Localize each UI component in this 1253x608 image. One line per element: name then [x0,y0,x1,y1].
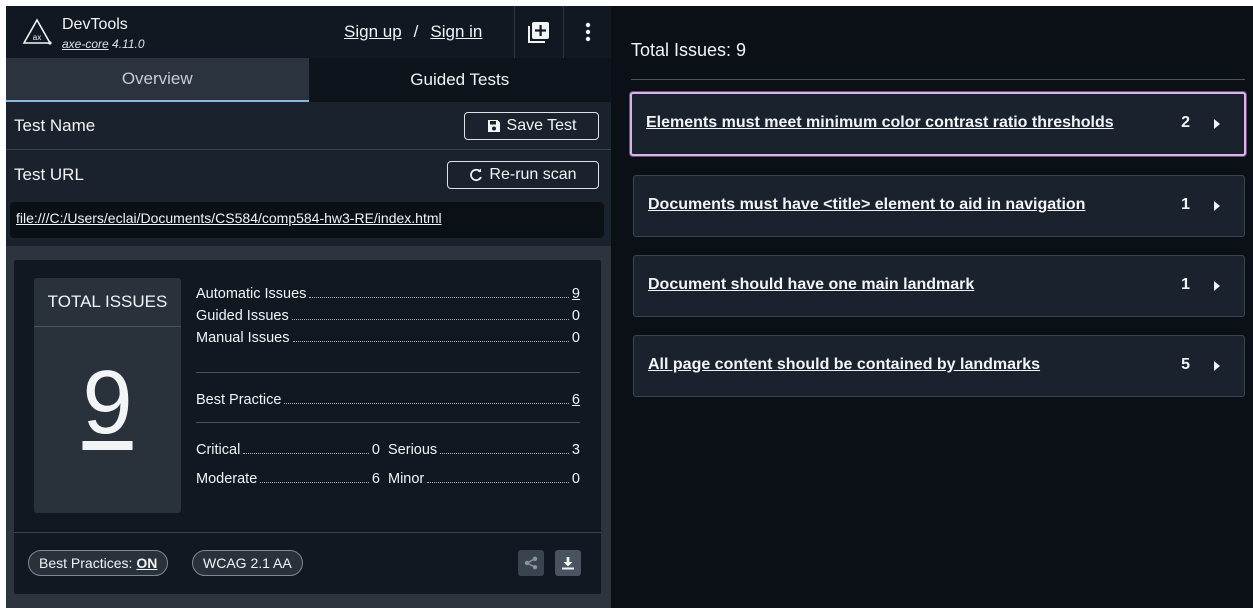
total-issues-count[interactable]: 9 [34,358,181,448]
export-button[interactable] [555,550,581,576]
tab-overview[interactable]: Overview [6,58,309,102]
chevron-right-icon [1214,361,1220,371]
issue-item[interactable]: All page content should be contained by … [633,335,1245,397]
summary-section: TOTAL ISSUES 9 Automatic Issues 9 Guided… [6,246,611,608]
best-practice-count[interactable]: 6 [572,392,580,408]
results-panel: Total Issues: 9 Elements must meet minim… [611,6,1253,608]
sign-up-link[interactable]: Sign up [344,22,402,41]
best-practices-state: ON [136,555,158,571]
results-title: Total Issues: 9 [631,40,747,60]
test-url-link[interactable]: file:///C:/Users/eclai/Documents/CS584/c… [16,210,442,226]
serious-label: Serious [388,442,438,458]
app-name: DevTools [62,16,128,33]
automatic-issues-label: Automatic Issues [196,286,307,302]
axe-logo-icon: ax [22,18,52,45]
rerun-scan-label: Re-run scan [489,166,577,183]
manual-issues-count: 0 [571,330,580,346]
moderate-count[interactable]: 6 [372,471,380,487]
best-practices-toggle[interactable]: Best Practices: ON [28,550,169,576]
guided-issues-label: Guided Issues [196,308,289,324]
issue-item[interactable]: Elements must meet minimum color contras… [630,92,1246,156]
minor-count: 0 [571,471,580,487]
engine-version-number: 4.11.0 [112,37,145,51]
automatic-issues-count[interactable]: 9 [572,286,580,302]
tab-guided-tests[interactable]: Guided Tests [308,58,611,102]
summary-card: TOTAL ISSUES 9 Automatic Issues 9 Guided… [14,260,601,594]
minor-row: Minor 0 [388,467,580,487]
save-test-label: Save Test [506,117,577,134]
engine-version: axe-core 4.11.0 [62,37,145,51]
more-vertical-icon [585,22,590,42]
add-box-icon [527,22,549,43]
issue-count: 1 [1181,276,1190,293]
critical-row: Critical 0 [196,438,380,458]
issue-title: Document should have one main landmark [648,276,975,293]
auth-separator: / [413,22,419,41]
rerun-scan-button[interactable]: Re-run scan [447,161,599,189]
guided-issues-row: Guided Issues 0 [196,304,580,324]
auth-links: Sign up / Sign in [344,22,482,42]
issue-title: Elements must meet minimum color contras… [646,114,1114,131]
best-practice-row: Best Practice 6 [196,388,580,408]
tab-bar: Overview Guided Tests [6,58,611,102]
moderate-row: Moderate 6 [196,467,380,487]
wcag-standard-label: WCAG 2.1 AA [203,555,292,571]
total-issues-card: TOTAL ISSUES 9 [34,278,181,513]
share-button[interactable] [518,550,544,576]
critical-label: Critical [196,442,241,458]
critical-count: 0 [371,442,380,458]
new-test-button[interactable] [514,6,562,58]
sign-in-link[interactable]: Sign in [430,22,482,41]
total-issues-label: TOTAL ISSUES [47,292,168,311]
test-url-box: file:///C:/Users/eclai/Documents/CS584/c… [10,202,604,238]
share-icon [524,556,538,570]
header: ax DevTools axe-core 4.11.0 Sign up / Sign… [6,6,611,58]
test-url-row: Test URL Re-run scan [6,151,611,199]
manual-issues-row: Manual Issues 0 [196,326,580,346]
issue-item[interactable]: Document should have one main landmark 1 [633,255,1245,317]
issue-count: 2 [1181,114,1190,131]
chevron-right-icon [1214,119,1220,129]
refresh-icon [470,168,483,182]
wcag-standard-pill[interactable]: WCAG 2.1 AA [192,550,303,576]
issue-title: All page content should be contained by … [648,356,1041,373]
logo-text: ax [33,33,41,42]
engine-link[interactable]: axe-core [62,37,109,51]
issue-count: 1 [1181,196,1190,213]
serious-count[interactable]: 3 [572,442,580,458]
test-name-label: Test Name [14,116,96,135]
automatic-issues-row: Automatic Issues 9 [196,282,580,302]
download-icon [562,557,574,570]
test-url-label: Test URL [14,165,84,184]
guided-issues-count: 0 [571,308,580,324]
minor-label: Minor [388,471,425,487]
best-practice-label: Best Practice [196,392,282,408]
serious-row: Serious 3 [388,438,580,458]
manual-issues-label: Manual Issues [196,330,290,346]
test-name-row: Test Name Save Test [6,102,611,150]
save-test-button[interactable]: Save Test [464,112,599,140]
save-icon [487,120,500,132]
issue-count: 5 [1181,356,1190,373]
best-practices-label: Best Practices: [39,555,133,571]
moderate-label: Moderate [196,471,258,487]
chevron-right-icon [1214,201,1220,211]
left-panel: ax DevTools axe-core 4.11.0 Sign up / Sign… [6,6,611,608]
issue-item[interactable]: Documents must have <title> element to a… [633,175,1245,237]
chevron-right-icon [1214,281,1220,291]
issue-title: Documents must have <title> element to a… [648,196,1086,213]
more-menu-button[interactable] [563,6,611,58]
